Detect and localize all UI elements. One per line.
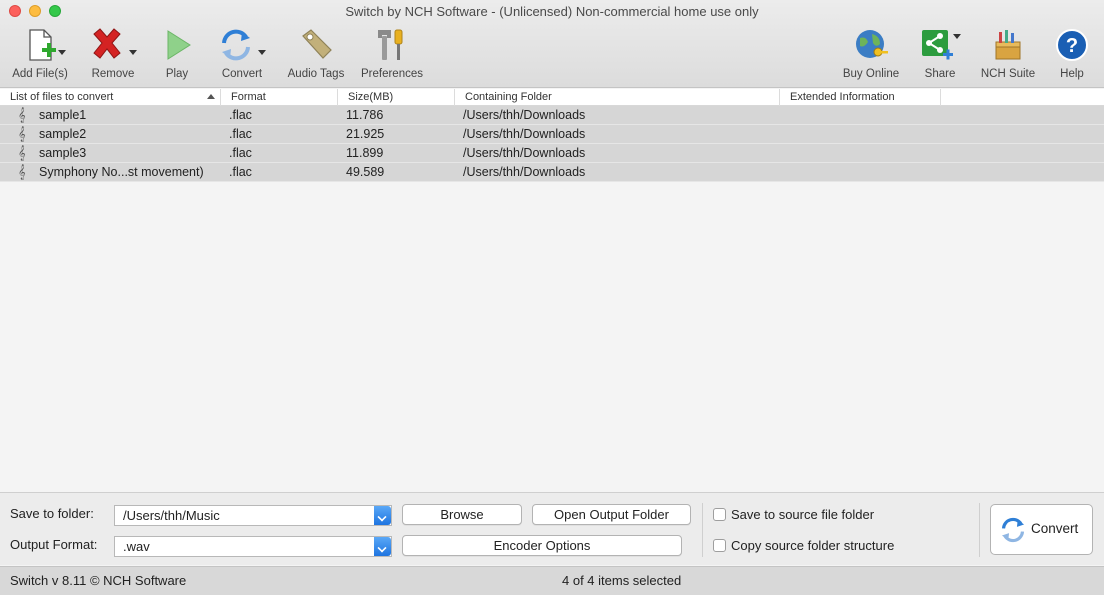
music-note-icon: 𝄞 bbox=[18, 127, 26, 142]
music-note-icon: 𝄞 bbox=[18, 108, 26, 123]
play-button[interactable]: Play bbox=[152, 24, 202, 84]
column-header-folder[interactable]: Containing Folder bbox=[455, 89, 780, 106]
file-size: 49.589 bbox=[346, 165, 385, 179]
save-to-folder-label: Save to folder: bbox=[10, 506, 94, 521]
file-name: sample2 bbox=[39, 127, 87, 141]
wrench-screwdriver-icon bbox=[378, 29, 403, 60]
file-row[interactable]: 𝄞 sample3 .flac 11.899 /Users/thh/Downlo… bbox=[0, 144, 1104, 163]
column-header-extended-label: Extended Information bbox=[790, 91, 895, 103]
audio-tags-label: Audio Tags bbox=[287, 68, 345, 80]
help-label: Help bbox=[1060, 68, 1084, 80]
remove-dropdown-icon[interactable] bbox=[129, 50, 137, 55]
chevron-down-icon[interactable] bbox=[374, 506, 391, 525]
file-row[interactable]: 𝄞 Symphony No...st movement) .flac 49.58… bbox=[0, 163, 1104, 182]
file-folder: /Users/thh/Downloads bbox=[463, 108, 586, 122]
globe-key-icon bbox=[856, 30, 888, 58]
nch-suite-label: NCH Suite bbox=[980, 68, 1036, 80]
buy-online-label: Buy Online bbox=[842, 68, 900, 80]
output-format-combo[interactable]: .wav bbox=[114, 536, 392, 557]
chevron-down-icon[interactable] bbox=[374, 537, 391, 556]
remove-label: Remove bbox=[91, 68, 135, 80]
file-format: .flac bbox=[229, 108, 252, 122]
column-header-size[interactable]: Size(MB) bbox=[338, 89, 455, 106]
column-header-format[interactable]: Format bbox=[221, 89, 338, 106]
browse-button[interactable]: Browse bbox=[402, 504, 522, 525]
divider bbox=[979, 503, 980, 557]
play-label: Play bbox=[165, 68, 189, 80]
preferences-button[interactable]: Preferences bbox=[358, 24, 426, 84]
column-header-name-label: List of files to convert bbox=[10, 91, 114, 103]
file-size: 11.899 bbox=[346, 146, 384, 160]
file-list-header: List of files to convert Format Size(MB)… bbox=[0, 89, 1104, 106]
save-to-folder-combo[interactable]: /Users/thh/Music bbox=[114, 505, 392, 526]
output-format-value: .wav bbox=[123, 539, 150, 554]
music-note-icon: 𝄞 bbox=[18, 146, 26, 161]
remove-button[interactable]: Remove bbox=[80, 24, 146, 84]
add-file-icon bbox=[29, 29, 56, 61]
window-title: Switch by NCH Software - (Unlicensed) No… bbox=[345, 4, 759, 19]
convert-button[interactable]: Convert bbox=[990, 504, 1093, 555]
convert-dropdown-icon[interactable] bbox=[258, 50, 266, 55]
file-name: Symphony No...st movement) bbox=[39, 165, 204, 179]
share-dropdown-icon[interactable] bbox=[953, 34, 961, 39]
file-list[interactable]: 𝄞 sample1 .flac 11.786 /Users/thh/Downlo… bbox=[0, 106, 1104, 492]
add-files-dropdown-icon[interactable] bbox=[58, 50, 66, 55]
save-to-source-label: Save to source file folder bbox=[731, 507, 875, 522]
share-button[interactable]: Share bbox=[912, 24, 968, 84]
file-folder: /Users/thh/Downloads bbox=[463, 127, 586, 141]
toolbox-icon bbox=[995, 30, 1021, 60]
tag-icon bbox=[302, 29, 332, 59]
file-row[interactable]: 𝄞 sample2 .flac 21.925 /Users/thh/Downlo… bbox=[0, 125, 1104, 144]
convert-button-label: Convert bbox=[1031, 521, 1079, 536]
save-to-source-checkbox[interactable] bbox=[713, 508, 726, 521]
file-size: 11.786 bbox=[346, 108, 384, 122]
svg-text:?: ? bbox=[1066, 35, 1078, 57]
encoder-options-button[interactable]: Encoder Options bbox=[402, 535, 682, 556]
file-format: .flac bbox=[229, 127, 252, 141]
selection-count-text: 4 of 4 items selected bbox=[562, 573, 682, 588]
output-options-panel: Save to folder: /Users/thh/Music Output … bbox=[0, 492, 1104, 565]
file-folder: /Users/thh/Downloads bbox=[463, 146, 586, 160]
convert-arrows-icon bbox=[1001, 517, 1025, 543]
file-row[interactable]: 𝄞 sample1 .flac 11.786 /Users/thh/Downlo… bbox=[0, 106, 1104, 125]
column-header-size-label: Size(MB) bbox=[348, 91, 394, 103]
output-format-label: Output Format: bbox=[10, 537, 98, 552]
title-bar: Switch by NCH Software - (Unlicensed) No… bbox=[0, 0, 1104, 88]
file-folder: /Users/thh/Downloads bbox=[463, 165, 586, 179]
audio-tags-button[interactable]: Audio Tags bbox=[284, 24, 348, 84]
share-label: Share bbox=[924, 68, 956, 80]
nch-suite-button[interactable]: NCH Suite bbox=[976, 24, 1040, 84]
preferences-label: Preferences bbox=[360, 68, 423, 80]
status-bar: Switch v 8.11 © NCH Software 4 of 4 item… bbox=[0, 566, 1104, 595]
add-files-button[interactable]: Add File(s) bbox=[6, 24, 74, 84]
convert-toolbar-button[interactable]: Convert bbox=[210, 24, 274, 84]
file-size: 21.925 bbox=[346, 127, 385, 141]
help-question-icon: ? bbox=[1056, 29, 1088, 61]
copy-structure-checkbox[interactable] bbox=[713, 539, 726, 552]
column-header-name[interactable]: List of files to convert bbox=[0, 89, 221, 106]
convert-toolbar-label: Convert bbox=[221, 68, 263, 80]
version-text: Switch v 8.11 © NCH Software bbox=[10, 573, 187, 588]
add-files-label: Add File(s) bbox=[12, 68, 68, 80]
buy-online-button[interactable]: Buy Online bbox=[838, 24, 904, 84]
column-header-extended[interactable]: Extended Information bbox=[780, 89, 941, 106]
share-icon bbox=[922, 30, 953, 60]
file-format: .flac bbox=[229, 146, 252, 160]
column-header-folder-label: Containing Folder bbox=[465, 91, 552, 103]
file-format: .flac bbox=[229, 165, 252, 179]
sort-ascending-icon bbox=[207, 94, 215, 99]
file-name: sample1 bbox=[39, 108, 87, 122]
help-button[interactable]: ? Help bbox=[1048, 24, 1096, 84]
play-icon bbox=[167, 30, 191, 60]
open-output-folder-button[interactable]: Open Output Folder bbox=[532, 504, 691, 525]
column-header-format-label: Format bbox=[231, 91, 266, 103]
convert-arrows-icon bbox=[222, 29, 250, 61]
music-note-icon: 𝄞 bbox=[18, 165, 26, 180]
copy-structure-label: Copy source folder structure bbox=[731, 538, 895, 553]
save-to-folder-value: /Users/thh/Music bbox=[123, 508, 220, 523]
remove-x-icon bbox=[93, 28, 121, 59]
divider bbox=[702, 503, 703, 557]
file-name: sample3 bbox=[39, 146, 87, 160]
